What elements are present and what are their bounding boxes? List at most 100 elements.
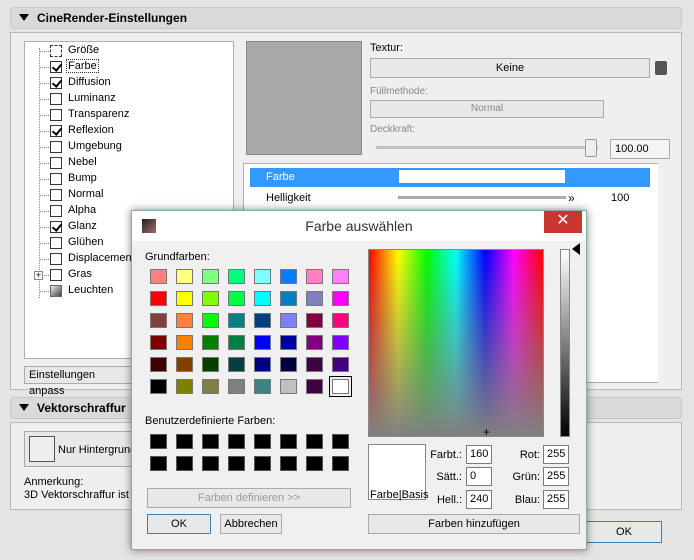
basic-color-swatch[interactable] <box>280 291 297 306</box>
basic-color-swatch[interactable] <box>254 313 271 328</box>
custom-color-swatch[interactable] <box>280 434 297 449</box>
rot-input[interactable]: 255 <box>543 445 569 464</box>
basic-color-swatch[interactable] <box>202 357 219 372</box>
farbt-input[interactable]: 160 <box>466 445 492 464</box>
tree-checkbox[interactable] <box>50 205 62 217</box>
slider-arrow-icon[interactable]: » <box>568 191 575 205</box>
basic-color-swatch[interactable] <box>150 291 167 306</box>
dialog-ok-button[interactable]: OK <box>147 514 211 534</box>
property-farbe-swatch[interactable] <box>399 170 565 183</box>
tree-item[interactable]: Reflexion <box>25 123 233 139</box>
tree-checkbox[interactable] <box>50 61 62 73</box>
basic-color-swatch[interactable] <box>254 379 271 394</box>
custom-color-swatch[interactable] <box>176 456 193 471</box>
basic-color-swatch[interactable] <box>329 376 352 397</box>
tree-item[interactable]: Farbe <box>25 55 233 77</box>
custom-color-swatch[interactable] <box>176 434 193 449</box>
color-spectrum[interactable]: + <box>368 249 544 438</box>
custom-color-swatch[interactable] <box>306 434 323 449</box>
property-scrollbar[interactable] <box>658 163 666 383</box>
tree-checkbox[interactable] <box>50 77 62 89</box>
basic-color-swatch[interactable] <box>306 379 323 394</box>
basic-color-swatch[interactable] <box>332 269 349 284</box>
tree-item[interactable]: Transparenz <box>25 107 233 123</box>
dialog-cancel-button[interactable]: Abbrechen <box>220 514 282 534</box>
basic-color-swatch[interactable] <box>280 335 297 350</box>
basic-color-swatch[interactable] <box>150 379 167 394</box>
opacity-slider-thumb[interactable] <box>585 139 597 157</box>
basic-color-swatch[interactable] <box>228 379 245 394</box>
blau-input[interactable]: 255 <box>543 490 569 509</box>
basic-color-swatch[interactable] <box>176 357 193 372</box>
tree-item[interactable]: Umgebung <box>25 139 233 155</box>
basic-color-swatch[interactable] <box>228 335 245 350</box>
add-colors-button[interactable]: Farben hinzufügen <box>368 514 580 534</box>
basic-color-swatch[interactable] <box>176 291 193 306</box>
basic-color-swatch[interactable] <box>306 357 323 372</box>
luminance-bar[interactable] <box>560 249 570 437</box>
main-ok-button[interactable]: OK <box>586 521 662 543</box>
luminance-pointer-icon[interactable] <box>572 243 580 255</box>
tree-item[interactable]: Luminanz <box>25 91 233 107</box>
hintergrund-button[interactable]: Nur Hintergrund <box>24 431 136 467</box>
basic-color-swatch[interactable] <box>202 313 219 328</box>
tree-checkbox[interactable] <box>50 157 62 169</box>
basic-color-swatch[interactable] <box>202 291 219 306</box>
tree-item[interactable]: Normal <box>25 187 233 203</box>
basic-color-swatch[interactable] <box>280 313 297 328</box>
tree-checkbox[interactable] <box>50 141 62 153</box>
fill-method-button[interactable]: Normal <box>370 100 604 118</box>
custom-color-swatch[interactable] <box>150 456 167 471</box>
custom-color-swatch[interactable] <box>228 434 245 449</box>
tree-checkbox[interactable] <box>50 125 62 137</box>
basic-color-swatch[interactable] <box>202 269 219 284</box>
close-button[interactable]: ✕ <box>544 211 582 233</box>
basic-color-swatch[interactable] <box>254 269 271 284</box>
basic-color-swatch[interactable] <box>176 313 193 328</box>
texture-button[interactable]: Keine <box>370 58 650 78</box>
custom-color-swatch[interactable] <box>254 434 271 449</box>
custom-color-swatch[interactable] <box>150 434 167 449</box>
basic-color-swatch[interactable] <box>176 379 193 394</box>
basic-color-swatch[interactable] <box>332 313 349 328</box>
basic-color-swatch[interactable] <box>332 357 349 372</box>
basic-color-swatch[interactable] <box>228 357 245 372</box>
basic-color-swatch[interactable] <box>306 335 323 350</box>
basic-color-swatch[interactable] <box>306 291 323 306</box>
basic-color-swatch[interactable] <box>280 379 297 394</box>
define-colors-button[interactable]: Farben definieren >> <box>147 488 351 508</box>
basic-color-swatch[interactable] <box>202 379 219 394</box>
property-row-helligkeit[interactable]: Helligkeit » 100 <box>250 189 650 208</box>
basic-color-swatch[interactable] <box>228 269 245 284</box>
satt-input[interactable]: 0 <box>466 467 492 486</box>
cinerender-section-header[interactable]: CineRender-Einstellungen <box>10 7 682 29</box>
spectrum-crosshair-icon[interactable]: + <box>483 426 490 438</box>
custom-color-swatch[interactable] <box>202 434 219 449</box>
tree-item[interactable]: Bump <box>25 171 233 187</box>
tree-item[interactable]: Größe <box>25 43 233 59</box>
basic-color-swatch[interactable] <box>280 269 297 284</box>
opacity-slider-track[interactable] <box>376 146 598 149</box>
basic-color-swatch[interactable] <box>228 313 245 328</box>
tree-checkbox[interactable] <box>50 269 62 281</box>
tree-checkbox[interactable] <box>50 189 62 201</box>
custom-color-swatch[interactable] <box>332 434 349 449</box>
basic-color-swatch[interactable] <box>150 313 167 328</box>
folder-icon[interactable] <box>655 61 667 75</box>
grun-input[interactable]: 255 <box>543 467 569 486</box>
basic-color-swatch[interactable] <box>254 357 271 372</box>
basic-color-swatch[interactable] <box>150 335 167 350</box>
basic-color-swatch[interactable] <box>254 291 271 306</box>
basic-color-swatch[interactable] <box>306 313 323 328</box>
tree-checkbox[interactable] <box>50 109 62 121</box>
basic-color-swatch[interactable] <box>176 269 193 284</box>
custom-color-swatch[interactable] <box>306 456 323 471</box>
basic-color-swatch[interactable] <box>332 335 349 350</box>
tree-checkbox[interactable] <box>50 93 62 105</box>
expand-icon[interactable]: + <box>34 271 43 280</box>
basic-color-swatch[interactable] <box>228 291 245 306</box>
custom-color-swatch[interactable] <box>280 456 297 471</box>
basic-color-swatch[interactable] <box>150 357 167 372</box>
tree-checkbox[interactable] <box>50 173 62 185</box>
basic-color-swatch[interactable] <box>254 335 271 350</box>
